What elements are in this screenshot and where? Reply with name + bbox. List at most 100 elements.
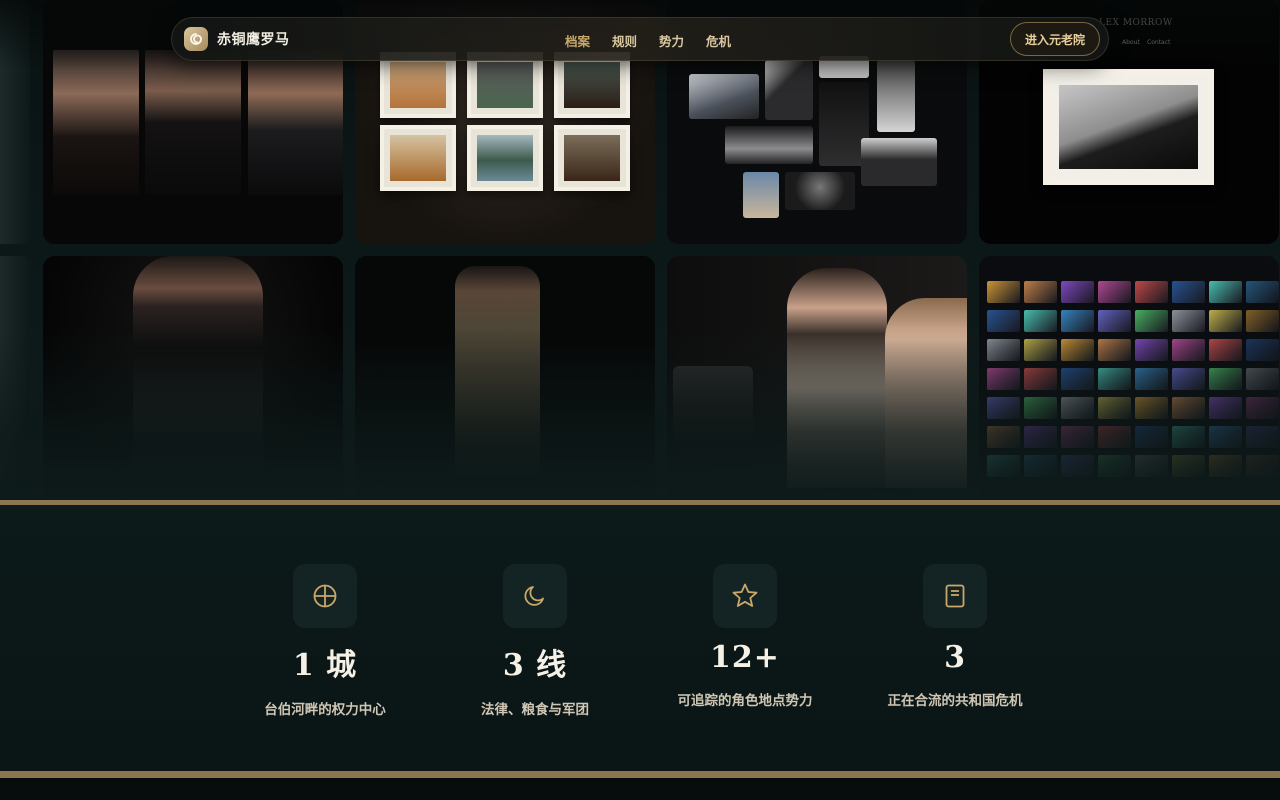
stat-label: 法律、粮食与军团 xyxy=(481,702,589,718)
illustration-thumbnail xyxy=(1061,455,1094,477)
illustration-thumbnail xyxy=(1209,397,1242,419)
stat-city: 1 城 台伯河畔的权力中心 xyxy=(220,564,430,718)
stat-value: 3 线 xyxy=(502,648,568,683)
illustration-thumbnail xyxy=(987,426,1020,448)
illustration-thumbnail xyxy=(1246,397,1279,419)
stat-value: 12+ xyxy=(710,640,780,675)
gold-divider-bottom xyxy=(0,771,1280,778)
gallery-grid: LEX MORROW About Contact xyxy=(0,0,1280,500)
moodboard-photo-card xyxy=(765,60,813,120)
illustration-thumbnail xyxy=(1246,426,1279,448)
illustration-thumbnail xyxy=(1172,339,1205,361)
illustration-grid xyxy=(979,256,1279,500)
illustration-thumbnail xyxy=(1246,339,1279,361)
top-navigation-bar: 赤铜鹰罗马 档案 规则 势力 危机 进入元老院 xyxy=(171,17,1109,61)
illustration-thumbnail xyxy=(1024,339,1057,361)
illustration-thumbnail xyxy=(1172,397,1205,419)
bottom-band xyxy=(0,778,1280,800)
illustration-thumbnail xyxy=(1172,310,1205,332)
edge-sliver-bottom xyxy=(0,256,30,500)
portrait-photo-1 xyxy=(53,50,139,195)
illustration-thumbnail xyxy=(987,310,1020,332)
illustration-thumbnail xyxy=(1098,310,1131,332)
illustration-thumbnail xyxy=(1098,281,1131,303)
illustration-thumbnail xyxy=(1135,397,1168,419)
illustration-thumbnail xyxy=(1061,426,1094,448)
art-frame-bottles xyxy=(380,125,456,191)
portfolio-contact-link: Contact xyxy=(1147,39,1171,46)
illustration-thumbnail xyxy=(1172,368,1205,390)
illustration-thumbnail xyxy=(1246,455,1279,477)
illustration-thumbnail xyxy=(987,368,1020,390)
art-frame-storm xyxy=(467,52,543,118)
illustration-thumbnail xyxy=(1172,455,1205,477)
illustration-thumbnail xyxy=(1024,310,1057,332)
stat-entities: 12+ 可追踪的角色地点势力 xyxy=(640,564,850,709)
spiral-logo-icon xyxy=(184,27,208,51)
makeup-artist-photo xyxy=(787,268,887,488)
illustration-thumbnail xyxy=(1098,368,1131,390)
illustration-thumbnail xyxy=(987,281,1020,303)
illustration-thumbnail xyxy=(1098,397,1131,419)
stat-value: 3 xyxy=(944,640,966,675)
nav-link-crisis[interactable]: 危机 xyxy=(706,31,731,50)
gallery-tile-leather-fashion-portrait[interactable] xyxy=(43,256,343,500)
trench-coat-model-photo xyxy=(455,266,540,476)
illustration-thumbnail xyxy=(1024,455,1057,477)
illustration-thumbnail xyxy=(1061,339,1094,361)
illustration-thumbnail xyxy=(1209,455,1242,477)
illustration-thumbnail xyxy=(987,397,1020,419)
nav-link-factions[interactable]: 势力 xyxy=(659,31,684,50)
illustration-thumbnail xyxy=(1024,397,1057,419)
illustration-thumbnail xyxy=(1135,455,1168,477)
stats-section: 1 城 台伯河畔的权力中心 3 线 法律、粮食与军团 12+ 可追踪的角色地点势… xyxy=(0,505,1280,771)
art-frame-fruit xyxy=(380,52,456,118)
brand[interactable]: 赤铜鹰罗马 xyxy=(184,27,290,51)
illustration-thumbnail xyxy=(1098,426,1131,448)
moodboard-photo-sand xyxy=(743,172,779,218)
moodboard-photo-dunes xyxy=(689,74,759,119)
illustration-thumbnail xyxy=(1135,426,1168,448)
gallery-tile-makeup-artist-scene[interactable] xyxy=(667,256,967,500)
enter-senate-button[interactable]: 进入元老院 xyxy=(1009,22,1100,56)
illustration-thumbnail xyxy=(1135,281,1168,303)
stat-crises: 3 正在合流的共和国危机 xyxy=(850,564,1060,709)
moon-icon xyxy=(503,564,567,628)
compass-icon xyxy=(293,564,357,628)
illustration-thumbnail xyxy=(1172,281,1205,303)
star-icon xyxy=(713,564,777,628)
stat-label: 台伯河畔的权力中心 xyxy=(264,702,386,718)
brand-name: 赤铜鹰罗马 xyxy=(217,32,290,48)
illustration-thumbnail xyxy=(1061,397,1094,419)
illustration-thumbnail xyxy=(987,339,1020,361)
portfolio-about-link: About xyxy=(1122,39,1140,46)
moodboard-photo-studio xyxy=(877,60,915,132)
stat-lines: 3 线 法律、粮食与军团 xyxy=(430,564,640,718)
makeup-kit-photo xyxy=(673,366,753,456)
edge-sliver-top xyxy=(0,0,30,244)
illustration-thumbnail xyxy=(1209,368,1242,390)
illustration-thumbnail xyxy=(1024,368,1057,390)
nav-link-rules[interactable]: 规则 xyxy=(612,31,637,50)
portfolio-hero-photo xyxy=(1043,69,1214,185)
makeup-model-photo xyxy=(885,298,967,488)
nav-link-archive[interactable]: 档案 xyxy=(565,31,590,50)
stat-label: 可追踪的角色地点势力 xyxy=(677,693,813,709)
illustration-thumbnail xyxy=(1209,310,1242,332)
illustration-thumbnail xyxy=(1135,310,1168,332)
stat-value: 1 城 xyxy=(292,648,358,683)
illustration-thumbnail xyxy=(1098,455,1131,477)
gallery-tile-colorful-illustration-grid[interactable] xyxy=(979,256,1279,500)
leather-model-photo xyxy=(133,256,263,486)
nav-links: 档案 规则 势力 危机 xyxy=(565,31,731,50)
illustration-thumbnail xyxy=(1061,368,1094,390)
moodboard-photo-laptop xyxy=(861,138,937,186)
illustration-thumbnail xyxy=(1061,281,1094,303)
gallery-tile-trench-coat-fashion[interactable] xyxy=(355,256,655,500)
illustration-thumbnail xyxy=(1209,281,1242,303)
illustration-thumbnail xyxy=(1172,426,1205,448)
portfolio-site-title: LEX MORROW xyxy=(1099,18,1173,28)
book-icon xyxy=(923,564,987,628)
art-frame-portrait xyxy=(554,52,630,118)
portrait-photo-3 xyxy=(248,50,343,195)
